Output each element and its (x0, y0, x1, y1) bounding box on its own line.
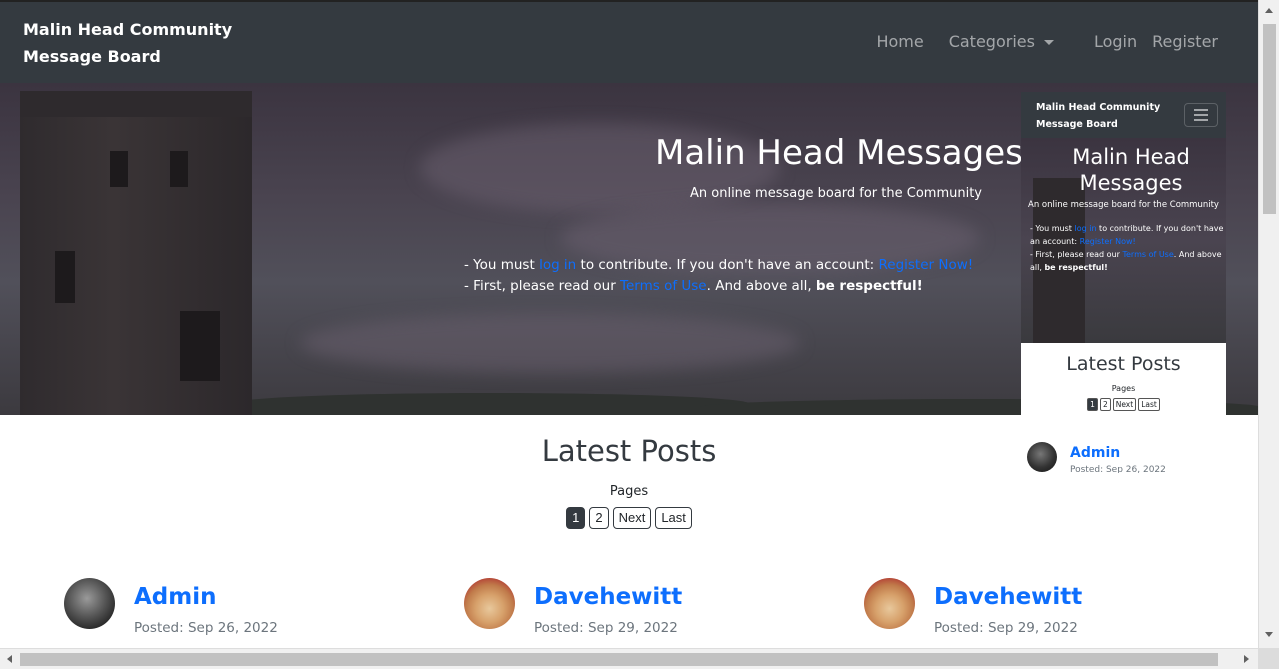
navbar-brand[interactable]: Malin Head Community Message Board (23, 16, 243, 70)
horizontal-scroll-thumb[interactable] (20, 653, 1218, 666)
mini-login-link[interactable]: log in (1074, 224, 1096, 233)
mini-hero: Malin Head Messages An online message bo… (1021, 138, 1226, 343)
hero-subtitle: An online message board for the Communit… (690, 186, 982, 201)
mini-hero-notes: - You must log in to contribute. If you … (1030, 222, 1226, 274)
mini-page-next[interactable]: Next (1112, 398, 1137, 411)
post-date: Posted: Sep 29, 2022 (934, 620, 1078, 636)
scroll-up-icon[interactable] (1265, 8, 1273, 13)
mini-hero-subtitle: An online message board for the Communit… (1028, 200, 1219, 210)
nav-login-link[interactable]: Login (1094, 32, 1137, 51)
scrollbar-corner (1258, 648, 1279, 669)
mini-terms-link[interactable]: Terms of Use (1122, 250, 1173, 259)
mini-latest-posts: Latest Posts Pages 1 2 Next Last (1021, 343, 1226, 415)
post-date: Posted: Sep 26, 2022 (134, 620, 278, 636)
page-2-button[interactable]: 2 (589, 507, 609, 529)
post-author-link[interactable]: Admin (134, 584, 217, 610)
note-text: - First, please read our (464, 278, 621, 294)
avatar (64, 578, 115, 629)
cloud-shape (300, 313, 800, 373)
mini-navbar: Malin Head Community Message Board (1021, 92, 1226, 138)
mini-hero-title: Malin Head Messages (1072, 145, 1190, 195)
hero-note-login: - You must log in to contribute. If you … (464, 255, 973, 276)
post-author-link[interactable]: Davehewitt (934, 584, 1082, 610)
hill-shape (230, 393, 750, 415)
post-date: Posted: Sep 29, 2022 (534, 620, 678, 636)
note-text: to contribute. If you don't have an acco… (576, 257, 879, 273)
mini-pager: 1 2 Next Last (1021, 398, 1226, 411)
scroll-right-icon[interactable] (1244, 655, 1249, 663)
hamburger-menu-icon[interactable] (1184, 103, 1218, 127)
scroll-down-icon[interactable] (1265, 632, 1273, 637)
note-text: - You must (1030, 224, 1075, 233)
pages-label: Pages (609, 484, 649, 499)
mobile-preview-thumbnail: Malin Head Community Message Board Malin… (1021, 92, 1226, 415)
post-item: Davehewitt Posted: Sep 29, 2022 (864, 578, 1204, 642)
mini-page-1[interactable]: 1 (1087, 398, 1098, 411)
tower-image (20, 91, 252, 415)
page-1-button[interactable]: 1 (566, 507, 586, 529)
tower-battlement (20, 91, 252, 117)
avatar (864, 578, 915, 629)
nav-links: Home Categories Login Register (876, 32, 1258, 51)
next-page-button[interactable]: Next (612, 507, 652, 529)
mini-brand: Malin Head Community Message Board (1036, 102, 1161, 130)
register-now-link[interactable]: Register Now! (878, 257, 973, 273)
nav-categories-label: Categories (948, 32, 1035, 51)
horizontal-scrollbar[interactable] (0, 648, 1258, 669)
avatar (464, 578, 515, 629)
hero-notes: - You must log in to contribute. If you … (464, 255, 973, 297)
pagination: 1 2 Next Last (0, 507, 1258, 529)
tower-window (170, 151, 188, 187)
login-link[interactable]: log in (539, 257, 576, 273)
be-respectful-text: be respectful! (815, 278, 923, 294)
navbar: Malin Head Community Message Board Home … (0, 0, 1258, 83)
mini-register-link[interactable]: Register Now! (1080, 237, 1136, 246)
mini-latest-title: Latest Posts (1066, 353, 1181, 375)
nav-home-link[interactable]: Home (876, 32, 923, 51)
tower-window (55, 251, 75, 303)
note-text: . And above all, (706, 278, 816, 294)
note-text: - First, please read our (1030, 250, 1123, 259)
vertical-scrollbar[interactable] (1258, 0, 1279, 648)
hero-note-terms: - First, please read our Terms of Use. A… (464, 276, 973, 297)
mini-be-respectful: be respectful! (1044, 263, 1108, 272)
mini-page-2[interactable]: 2 (1099, 398, 1111, 411)
post-item: Admin Posted: Sep 26, 2022 (64, 578, 404, 642)
nav-register-link[interactable]: Register (1152, 32, 1218, 51)
post-item: Davehewitt Posted: Sep 29, 2022 (464, 578, 804, 642)
note-text: - You must (464, 257, 540, 273)
caret-down-icon (1043, 40, 1054, 45)
last-page-button[interactable]: Last (655, 507, 692, 529)
mini-pages-label: Pages (1111, 384, 1136, 393)
tower-doorway (180, 311, 220, 381)
terms-of-use-link[interactable]: Terms of Use (620, 278, 707, 294)
hero-title: Malin Head Messages (655, 133, 1023, 173)
latest-posts-title: Latest Posts (541, 434, 717, 468)
mini-page-last[interactable]: Last (1138, 398, 1160, 411)
nav-categories-dropdown[interactable]: Categories (949, 32, 1054, 51)
vertical-scroll-thumb[interactable] (1263, 24, 1276, 214)
browser-viewport: Malin Head Community Message Board Home … (0, 0, 1279, 669)
post-author-link[interactable]: Davehewitt (534, 584, 682, 610)
scroll-left-icon[interactable] (7, 655, 12, 663)
tower-window (110, 151, 128, 187)
